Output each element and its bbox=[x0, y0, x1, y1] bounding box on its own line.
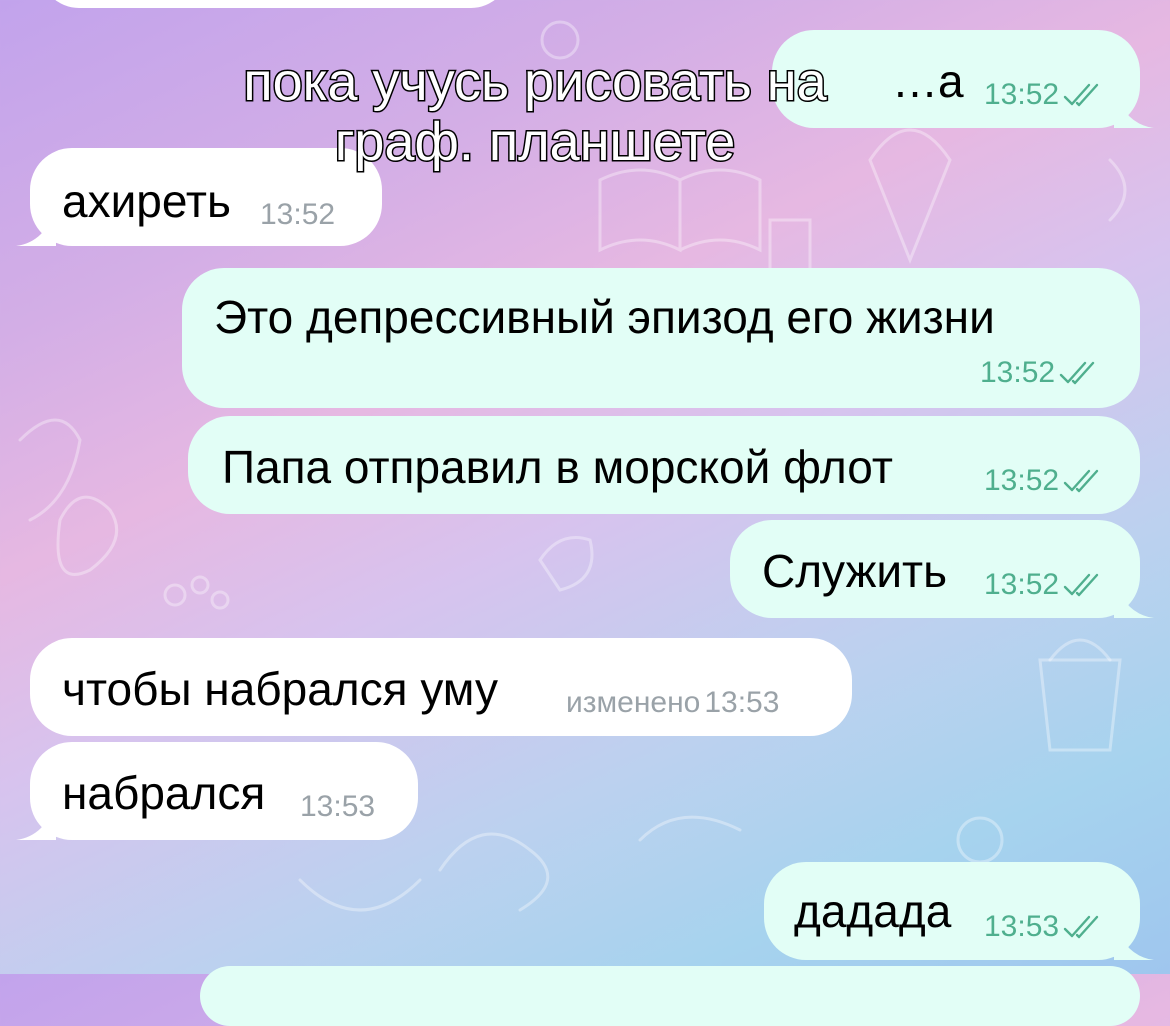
message-bubble-incoming[interactable]: чтобы набрался уму изменено 13:53 bbox=[30, 638, 852, 736]
message-text: Папа отправил в морской флот bbox=[222, 441, 893, 493]
message-text: Это депрессивный эпизод его жизни bbox=[214, 291, 995, 343]
bubble-tail bbox=[1114, 578, 1154, 618]
message-meta: 13:52 bbox=[260, 200, 335, 230]
message-meta: 13:53 bbox=[300, 792, 375, 822]
message-time: 13:52 bbox=[984, 464, 1060, 497]
chat-screen: { "overlay_caption": ["пока учусь рисова… bbox=[0, 0, 1170, 1026]
message-text: набрался bbox=[62, 767, 266, 819]
message-time: 13:53 bbox=[300, 790, 376, 823]
bubble-tail bbox=[16, 206, 56, 246]
message-time: 13:52 bbox=[260, 198, 336, 231]
message-time: 13:53 bbox=[984, 910, 1060, 943]
bubble-tail bbox=[1114, 88, 1154, 128]
double-check-icon bbox=[1063, 573, 1099, 597]
message-text: Служить bbox=[762, 545, 948, 597]
message-bubble-partial bbox=[200, 966, 1140, 1026]
bubble-tail bbox=[1114, 920, 1154, 960]
bubble-tail bbox=[16, 800, 56, 840]
message-meta: 13:53 bbox=[984, 912, 1103, 942]
message-bubble-outgoing[interactable]: Папа отправил в морской флот 13:52 bbox=[188, 416, 1140, 514]
double-check-icon bbox=[1063, 469, 1099, 493]
message-bubble-partial bbox=[40, 0, 510, 8]
message-meta: 13:52 bbox=[984, 466, 1103, 496]
double-check-icon bbox=[1059, 361, 1095, 385]
message-meta: 13:52 bbox=[984, 570, 1103, 600]
message-text: чтобы набрался уму bbox=[62, 663, 498, 715]
edited-label: изменено bbox=[566, 686, 701, 719]
message-meta: 13:52 bbox=[980, 358, 1099, 388]
caption-line: пока учусь рисовать на bbox=[242, 50, 828, 113]
message-bubble-outgoing[interactable]: дадада 13:53 bbox=[764, 862, 1154, 960]
message-time: 13:53 bbox=[704, 686, 780, 719]
message-text: ахиреть bbox=[62, 175, 231, 227]
message-bubble-outgoing[interactable]: Это депрессивный эпизод его жизни 13:52 bbox=[182, 268, 1140, 408]
message-text: дадада bbox=[794, 885, 952, 937]
message-bubble-outgoing[interactable]: Служить 13:52 bbox=[730, 520, 1154, 618]
caption-line: граф. планшете bbox=[333, 111, 737, 174]
message-time: 13:52 bbox=[984, 568, 1060, 601]
double-check-icon bbox=[1063, 915, 1099, 939]
caption-overlay: пока учусь рисовать на граф. планшете bbox=[0, 50, 1070, 174]
message-time: 13:52 bbox=[980, 356, 1056, 389]
message-bubble-incoming[interactable]: набрался 13:53 bbox=[16, 742, 418, 840]
message-meta: изменено 13:53 bbox=[566, 688, 779, 718]
